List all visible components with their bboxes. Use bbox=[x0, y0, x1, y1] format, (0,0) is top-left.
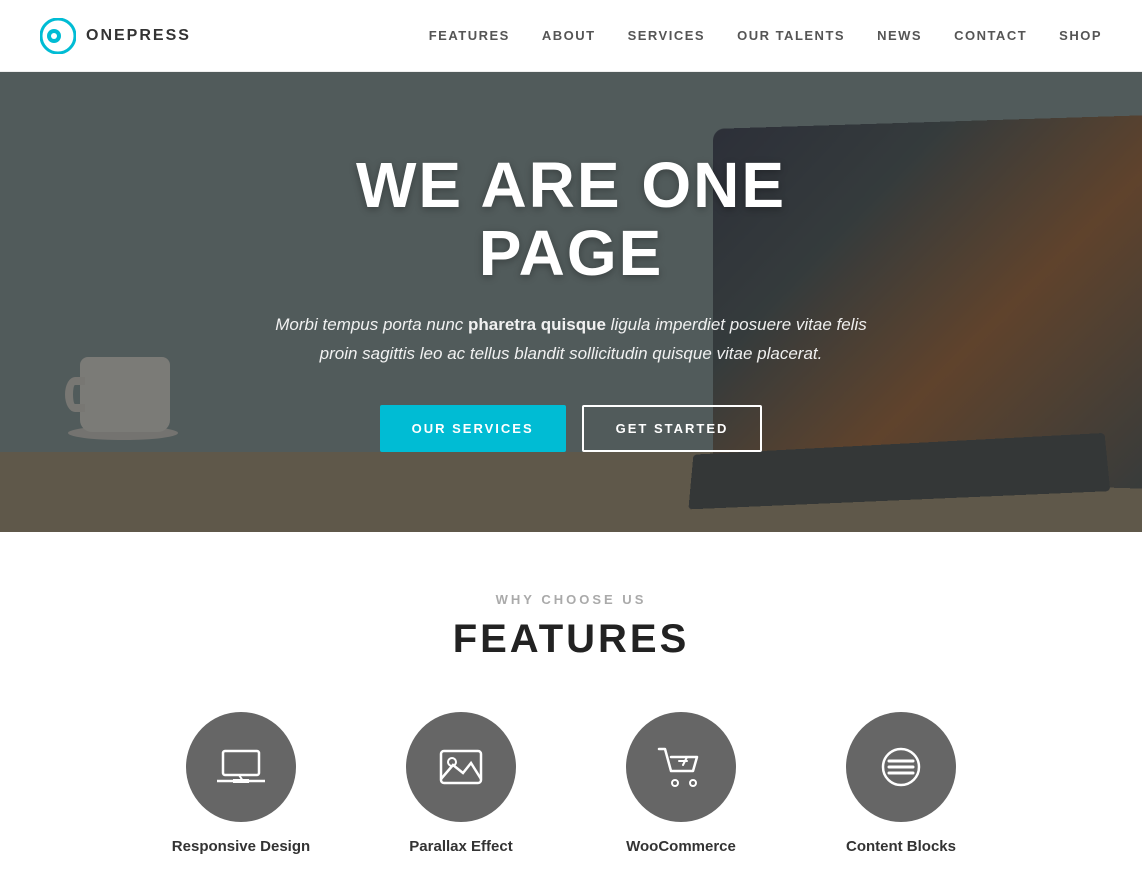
nav-item-news[interactable]: NEWS bbox=[877, 28, 922, 43]
feature-icon-bg-woocommerce bbox=[626, 712, 736, 822]
logo-icon bbox=[40, 18, 76, 54]
feature-item-content-blocks: Content Blocks bbox=[821, 712, 981, 855]
site-header: ONEPRESS FEATURES ABOUT SERVICES OUR TAL… bbox=[0, 0, 1142, 72]
features-grid: Responsive Design Parallax Effect bbox=[40, 712, 1102, 855]
feature-item-parallax: Parallax Effect bbox=[381, 712, 541, 855]
feature-label-responsive: Responsive Design bbox=[172, 838, 310, 855]
feature-icon-bg-parallax bbox=[406, 712, 516, 822]
nav-item-contact[interactable]: CONTACT bbox=[954, 28, 1027, 43]
features-title: FEATURES bbox=[40, 617, 1102, 662]
features-section: WHY CHOOSE US FEATURES Responsive Design bbox=[0, 532, 1142, 895]
get-started-button[interactable]: GET STARTED bbox=[582, 405, 763, 452]
hero-subtitle: Morbi tempus porta nunc pharetra quisque… bbox=[261, 311, 881, 369]
feature-item-woocommerce: WooCommerce bbox=[601, 712, 761, 855]
logo[interactable]: ONEPRESS bbox=[40, 18, 191, 54]
our-services-button[interactable]: OUR SERVICES bbox=[380, 405, 566, 452]
cart-icon bbox=[657, 743, 705, 791]
laptop-icon bbox=[217, 743, 265, 791]
hero-subtitle-plain: Morbi tempus porta nunc bbox=[275, 315, 468, 334]
features-subtitle: WHY CHOOSE US bbox=[40, 592, 1102, 607]
hero-subtitle-bold: pharetra quisque bbox=[468, 315, 606, 334]
hero-content: WE ARE ONE PAGE Morbi tempus porta nunc … bbox=[221, 152, 921, 451]
hero-title: WE ARE ONE PAGE bbox=[261, 152, 881, 286]
nav-item-shop[interactable]: SHOP bbox=[1059, 28, 1102, 43]
image-icon bbox=[437, 743, 485, 791]
feature-label-parallax: Parallax Effect bbox=[409, 838, 512, 855]
nav-item-talents[interactable]: OUR TALENTS bbox=[737, 28, 845, 43]
feature-icon-bg-content-blocks bbox=[846, 712, 956, 822]
nav-item-services[interactable]: SERVICES bbox=[628, 28, 706, 43]
feature-label-woocommerce: WooCommerce bbox=[626, 838, 736, 855]
main-nav: FEATURES ABOUT SERVICES OUR TALENTS NEWS… bbox=[429, 28, 1102, 43]
lines-icon bbox=[877, 743, 925, 791]
logo-text: ONEPRESS bbox=[86, 27, 191, 45]
hero-buttons: OUR SERVICES GET STARTED bbox=[261, 405, 881, 452]
feature-icon-bg-responsive bbox=[186, 712, 296, 822]
hero-section: WE ARE ONE PAGE Morbi tempus porta nunc … bbox=[0, 72, 1142, 532]
nav-item-about[interactable]: ABOUT bbox=[542, 28, 596, 43]
feature-item-responsive: Responsive Design bbox=[161, 712, 321, 855]
nav-item-features[interactable]: FEATURES bbox=[429, 28, 510, 43]
feature-label-content-blocks: Content Blocks bbox=[846, 838, 956, 855]
